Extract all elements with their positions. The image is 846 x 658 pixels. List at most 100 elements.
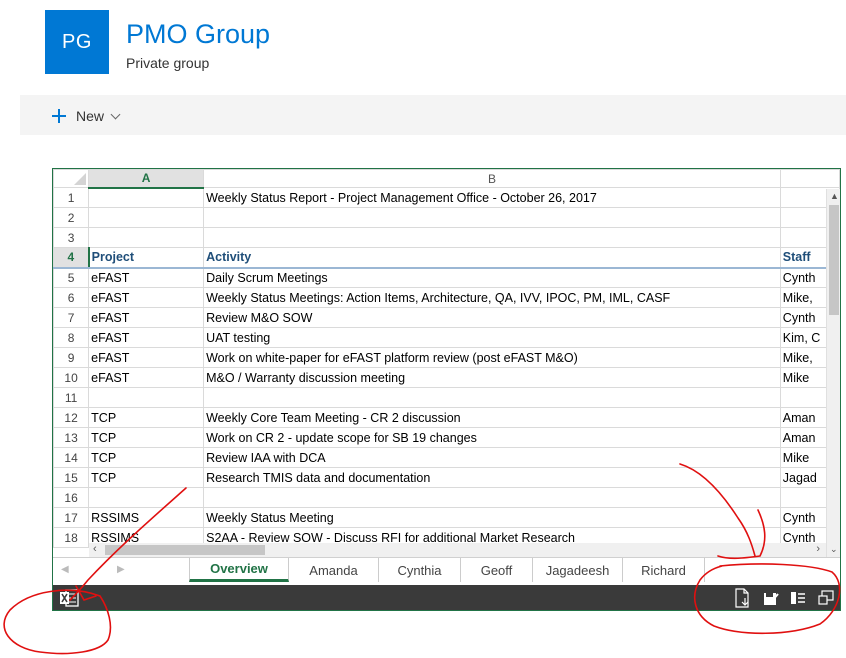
row-header[interactable]: 7: [53, 307, 90, 328]
cell-project[interactable]: eFAST: [88, 367, 205, 388]
table-row: 10 eFAST M&O / Warranty discussion meeting…: [53, 367, 840, 388]
cell-project[interactable]: eFAST: [88, 287, 205, 308]
sheet-tab-geoff[interactable]: Geoff: [461, 558, 533, 582]
table-row: 14 TCP Review IAA with DCA Mike: [53, 447, 840, 468]
save-edit-icon[interactable]: [763, 590, 779, 606]
row-header[interactable]: 8: [53, 327, 90, 348]
cell-activity[interactable]: Weekly Core Team Meeting - CR 2 discussi…: [203, 407, 781, 428]
select-all-corner[interactable]: [53, 169, 90, 188]
cell-activity[interactable]: Work on CR 2 - update scope for SB 19 ch…: [203, 427, 781, 448]
table-row: 12 TCP Weekly Core Team Meeting - CR 2 dis…: [53, 407, 840, 428]
spreadsheet-grid[interactable]: A B 1 Weekly Status Report - Project Mana…: [53, 169, 840, 557]
excel-status-bar: [53, 585, 840, 610]
cell-activity[interactable]: Review M&O SOW: [203, 307, 781, 328]
cell-activity[interactable]: Review IAA with DCA: [203, 447, 781, 468]
row-header[interactable]: 11: [53, 387, 90, 408]
column-header-a[interactable]: A: [88, 169, 205, 189]
column-header-row: A B: [53, 169, 840, 189]
cell-project[interactable]: [88, 207, 205, 228]
table-row: 15 TCP Research TMIS data and documentatio…: [53, 467, 840, 488]
column-header-b[interactable]: B: [203, 169, 781, 188]
row-header[interactable]: 15: [53, 467, 90, 488]
row-header[interactable]: 14: [53, 447, 90, 468]
row-header[interactable]: 18: [53, 527, 90, 548]
cell-activity[interactable]: Weekly Status Report - Project Managemen…: [203, 187, 781, 208]
row-header[interactable]: 13: [53, 427, 90, 448]
sheet-table: A B 1 Weekly Status Report - Project Mana…: [53, 169, 840, 548]
first-sheet-icon[interactable]: ◀: [61, 564, 69, 575]
row-header[interactable]: 3: [53, 227, 90, 248]
group-avatar[interactable]: PG: [45, 10, 109, 74]
cell-project[interactable]: eFAST: [88, 307, 205, 328]
cell-activity[interactable]: [203, 487, 781, 508]
cell-project[interactable]: TCP: [88, 427, 205, 448]
cell-activity[interactable]: Activity: [203, 247, 781, 269]
column-header-c[interactable]: [779, 169, 840, 188]
horizontal-scroll-thumb[interactable]: [105, 545, 265, 555]
sheet-tab-overview[interactable]: Overview: [189, 558, 289, 582]
cell-activity[interactable]: [203, 387, 781, 408]
cell-project[interactable]: eFAST: [88, 327, 205, 348]
row-header[interactable]: 16: [53, 487, 90, 508]
cell-activity[interactable]: Work on white-paper for eFAST platform r…: [203, 347, 781, 368]
table-row: 5 eFAST Daily Scrum Meetings Cynth: [53, 267, 840, 288]
group-privacy-label: Private group: [126, 55, 210, 71]
vertical-scroll-thumb[interactable]: [829, 205, 839, 315]
row-header[interactable]: 4: [53, 247, 90, 269]
plus-icon: [52, 109, 66, 123]
cell-activity[interactable]: Research TMIS data and documentation: [203, 467, 781, 488]
cell-project[interactable]: TCP: [88, 447, 205, 468]
popout-icon[interactable]: [818, 590, 834, 606]
cell-activity[interactable]: M&O / Warranty discussion meeting: [203, 367, 781, 388]
sheet-tab-jagadeesh[interactable]: Jagadeesh: [533, 558, 623, 582]
cell-activity[interactable]: [203, 227, 781, 248]
cell-project[interactable]: [88, 487, 205, 508]
scroll-down-icon[interactable]: ⌄: [830, 544, 838, 555]
sheet-tab-richard[interactable]: Richard: [623, 558, 705, 582]
reading-view-icon[interactable]: [790, 590, 806, 606]
cell-project[interactable]: Project: [88, 247, 205, 269]
cell-activity[interactable]: Weekly Status Meetings: Action Items, Ar…: [203, 287, 781, 308]
command-bar: New: [20, 95, 846, 135]
row-header[interactable]: 1: [53, 187, 90, 208]
table-row: 11: [53, 387, 840, 408]
scroll-right-icon[interactable]: ›: [816, 543, 820, 555]
group-header: PG PMO Group Private group: [45, 10, 545, 74]
row-header[interactable]: 2: [53, 207, 90, 228]
row-header[interactable]: 6: [53, 287, 90, 308]
table-row: 1 Weekly Status Report - Project Manageme…: [53, 187, 840, 208]
cell-project[interactable]: [88, 227, 205, 248]
row-header[interactable]: 12: [53, 407, 90, 428]
cell-project[interactable]: eFAST: [88, 267, 205, 288]
cell-activity[interactable]: UAT testing: [203, 327, 781, 348]
row-header[interactable]: 10: [53, 367, 90, 388]
row-header[interactable]: 5: [53, 267, 90, 288]
sheet-tab-cynthia[interactable]: Cynthia: [379, 558, 461, 582]
chevron-down-icon[interactable]: [110, 109, 121, 119]
vertical-scrollbar[interactable]: ▲ ⌄: [826, 189, 840, 557]
cell-project[interactable]: TCP: [88, 407, 205, 428]
cell-project[interactable]: TCP: [88, 467, 205, 488]
cell-activity[interactable]: [203, 207, 781, 228]
cell-activity[interactable]: Weekly Status Meeting: [203, 507, 781, 528]
table-row: 4 Project Activity Staff: [53, 247, 840, 269]
table-row: 7 eFAST Review M&O SOW Cynth: [53, 307, 840, 328]
cell-activity[interactable]: Daily Scrum Meetings: [203, 267, 781, 288]
cell-project[interactable]: [88, 387, 205, 408]
cell-project[interactable]: eFAST: [88, 347, 205, 368]
cell-project[interactable]: RSSIMS: [88, 507, 205, 528]
sheet-tab-amanda[interactable]: Amanda: [289, 558, 379, 582]
download-document-icon[interactable]: [734, 588, 752, 608]
row-header[interactable]: 17: [53, 507, 90, 528]
new-button[interactable]: New: [52, 105, 121, 127]
horizontal-scrollbar[interactable]: ‹ ›: [89, 543, 826, 557]
next-sheet-icon[interactable]: ▶: [117, 564, 125, 575]
group-title[interactable]: PMO Group: [126, 19, 270, 50]
scroll-up-icon[interactable]: ▲: [830, 191, 839, 201]
table-row: 2: [53, 207, 840, 228]
row-header[interactable]: 9: [53, 347, 90, 368]
table-row: 17 RSSIMS Weekly Status Meeting Cynth: [53, 507, 840, 528]
scroll-left-icon[interactable]: ‹: [93, 543, 97, 555]
cell-project[interactable]: [88, 187, 205, 208]
excel-logo-icon[interactable]: [59, 589, 79, 607]
